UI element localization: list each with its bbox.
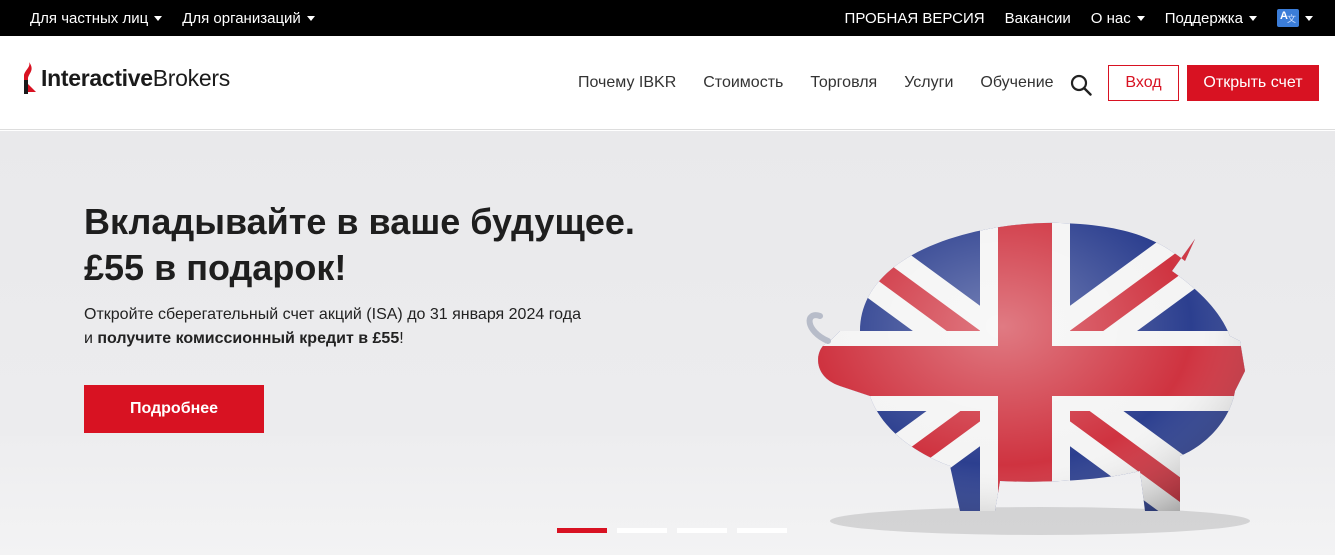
audience-menu: Для частных лиц Для организаций [30, 0, 315, 36]
chevron-down-icon [306, 15, 315, 21]
logo[interactable]: InteractiveBrokers [22, 62, 230, 94]
about-label: О нас [1090, 9, 1131, 27]
carousel-dot-2[interactable] [617, 528, 667, 533]
logo-flame-icon [24, 62, 36, 94]
for-organizations-label: Для организаций [182, 9, 301, 27]
hero-title-line2: £55 в подарок! [84, 247, 347, 288]
hero-subtitle-suffix: ! [399, 330, 404, 347]
carousel-indicators [557, 528, 787, 533]
logo-text: InteractiveBrokers [41, 65, 230, 92]
nav-education[interactable]: Обучение [980, 74, 1053, 92]
nav-why-ibkr[interactable]: Почему IBKR [578, 74, 676, 92]
main-nav: Почему IBKR Стоимость Торговля Услуги Об… [578, 36, 1054, 130]
hero-subtitle-bold: получите комиссионный кредит в £55 [97, 330, 400, 347]
trial-link[interactable]: ПРОБНАЯ ВЕРСИЯ [845, 10, 985, 27]
for-individuals-menu[interactable]: Для частных лиц [30, 9, 163, 27]
translate-icon: A文 [1277, 9, 1299, 27]
hero-subtitle-line2: и получите комиссионный кредит в £55! [84, 327, 644, 351]
carousel-dot-4[interactable] [737, 528, 787, 533]
support-menu[interactable]: Поддержка [1165, 10, 1257, 27]
nav-trading[interactable]: Торговля [810, 74, 877, 92]
logo-text-bold: Interactive [41, 64, 153, 91]
chevron-down-icon [1136, 15, 1145, 21]
login-button[interactable]: Вход [1108, 65, 1179, 101]
piggy-bank-image [806, 222, 1250, 535]
carousel-dot-3[interactable] [677, 528, 727, 533]
chevron-down-icon [1305, 15, 1313, 21]
nav-pricing[interactable]: Стоимость [703, 74, 783, 92]
utility-menu: ПРОБНАЯ ВЕРСИЯ Вакансии О нас Поддержка … [845, 0, 1313, 36]
language-menu[interactable]: A文 [1277, 9, 1313, 27]
hero-subtitle: Откройте сберегательный счет акций (ISA)… [84, 303, 644, 351]
open-account-button[interactable]: Открыть счет [1187, 65, 1319, 101]
nav-services[interactable]: Услуги [904, 74, 953, 92]
search-icon[interactable] [1070, 74, 1092, 96]
for-organizations-menu[interactable]: Для организаций [182, 10, 315, 27]
support-label: Поддержка [1164, 9, 1243, 27]
hero-banner: Вкладывайте в ваше будущее. £55 в подаро… [0, 131, 1335, 555]
about-menu[interactable]: О нас [1091, 10, 1145, 27]
learn-more-button[interactable]: Подробнее [84, 385, 264, 433]
hero-subtitle-prefix: и [84, 330, 93, 347]
hero-title-line1: Вкладывайте в ваше будущее. [84, 201, 635, 242]
for-individuals-label: Для частных лиц [30, 9, 149, 27]
logo-text-regular: Brokers [152, 64, 230, 91]
carousel-dot-1[interactable] [557, 528, 607, 533]
hero-subtitle-line1: Откройте сберегательный счет акций (ISA)… [84, 306, 581, 323]
hero-title: Вкладывайте в ваше будущее. £55 в подаро… [84, 199, 704, 291]
top-utility-bar: Для частных лиц Для организаций ПРОБНАЯ … [0, 0, 1335, 36]
chevron-down-icon [1249, 15, 1257, 21]
careers-link[interactable]: Вакансии [1005, 10, 1071, 27]
chevron-down-icon [154, 15, 163, 21]
